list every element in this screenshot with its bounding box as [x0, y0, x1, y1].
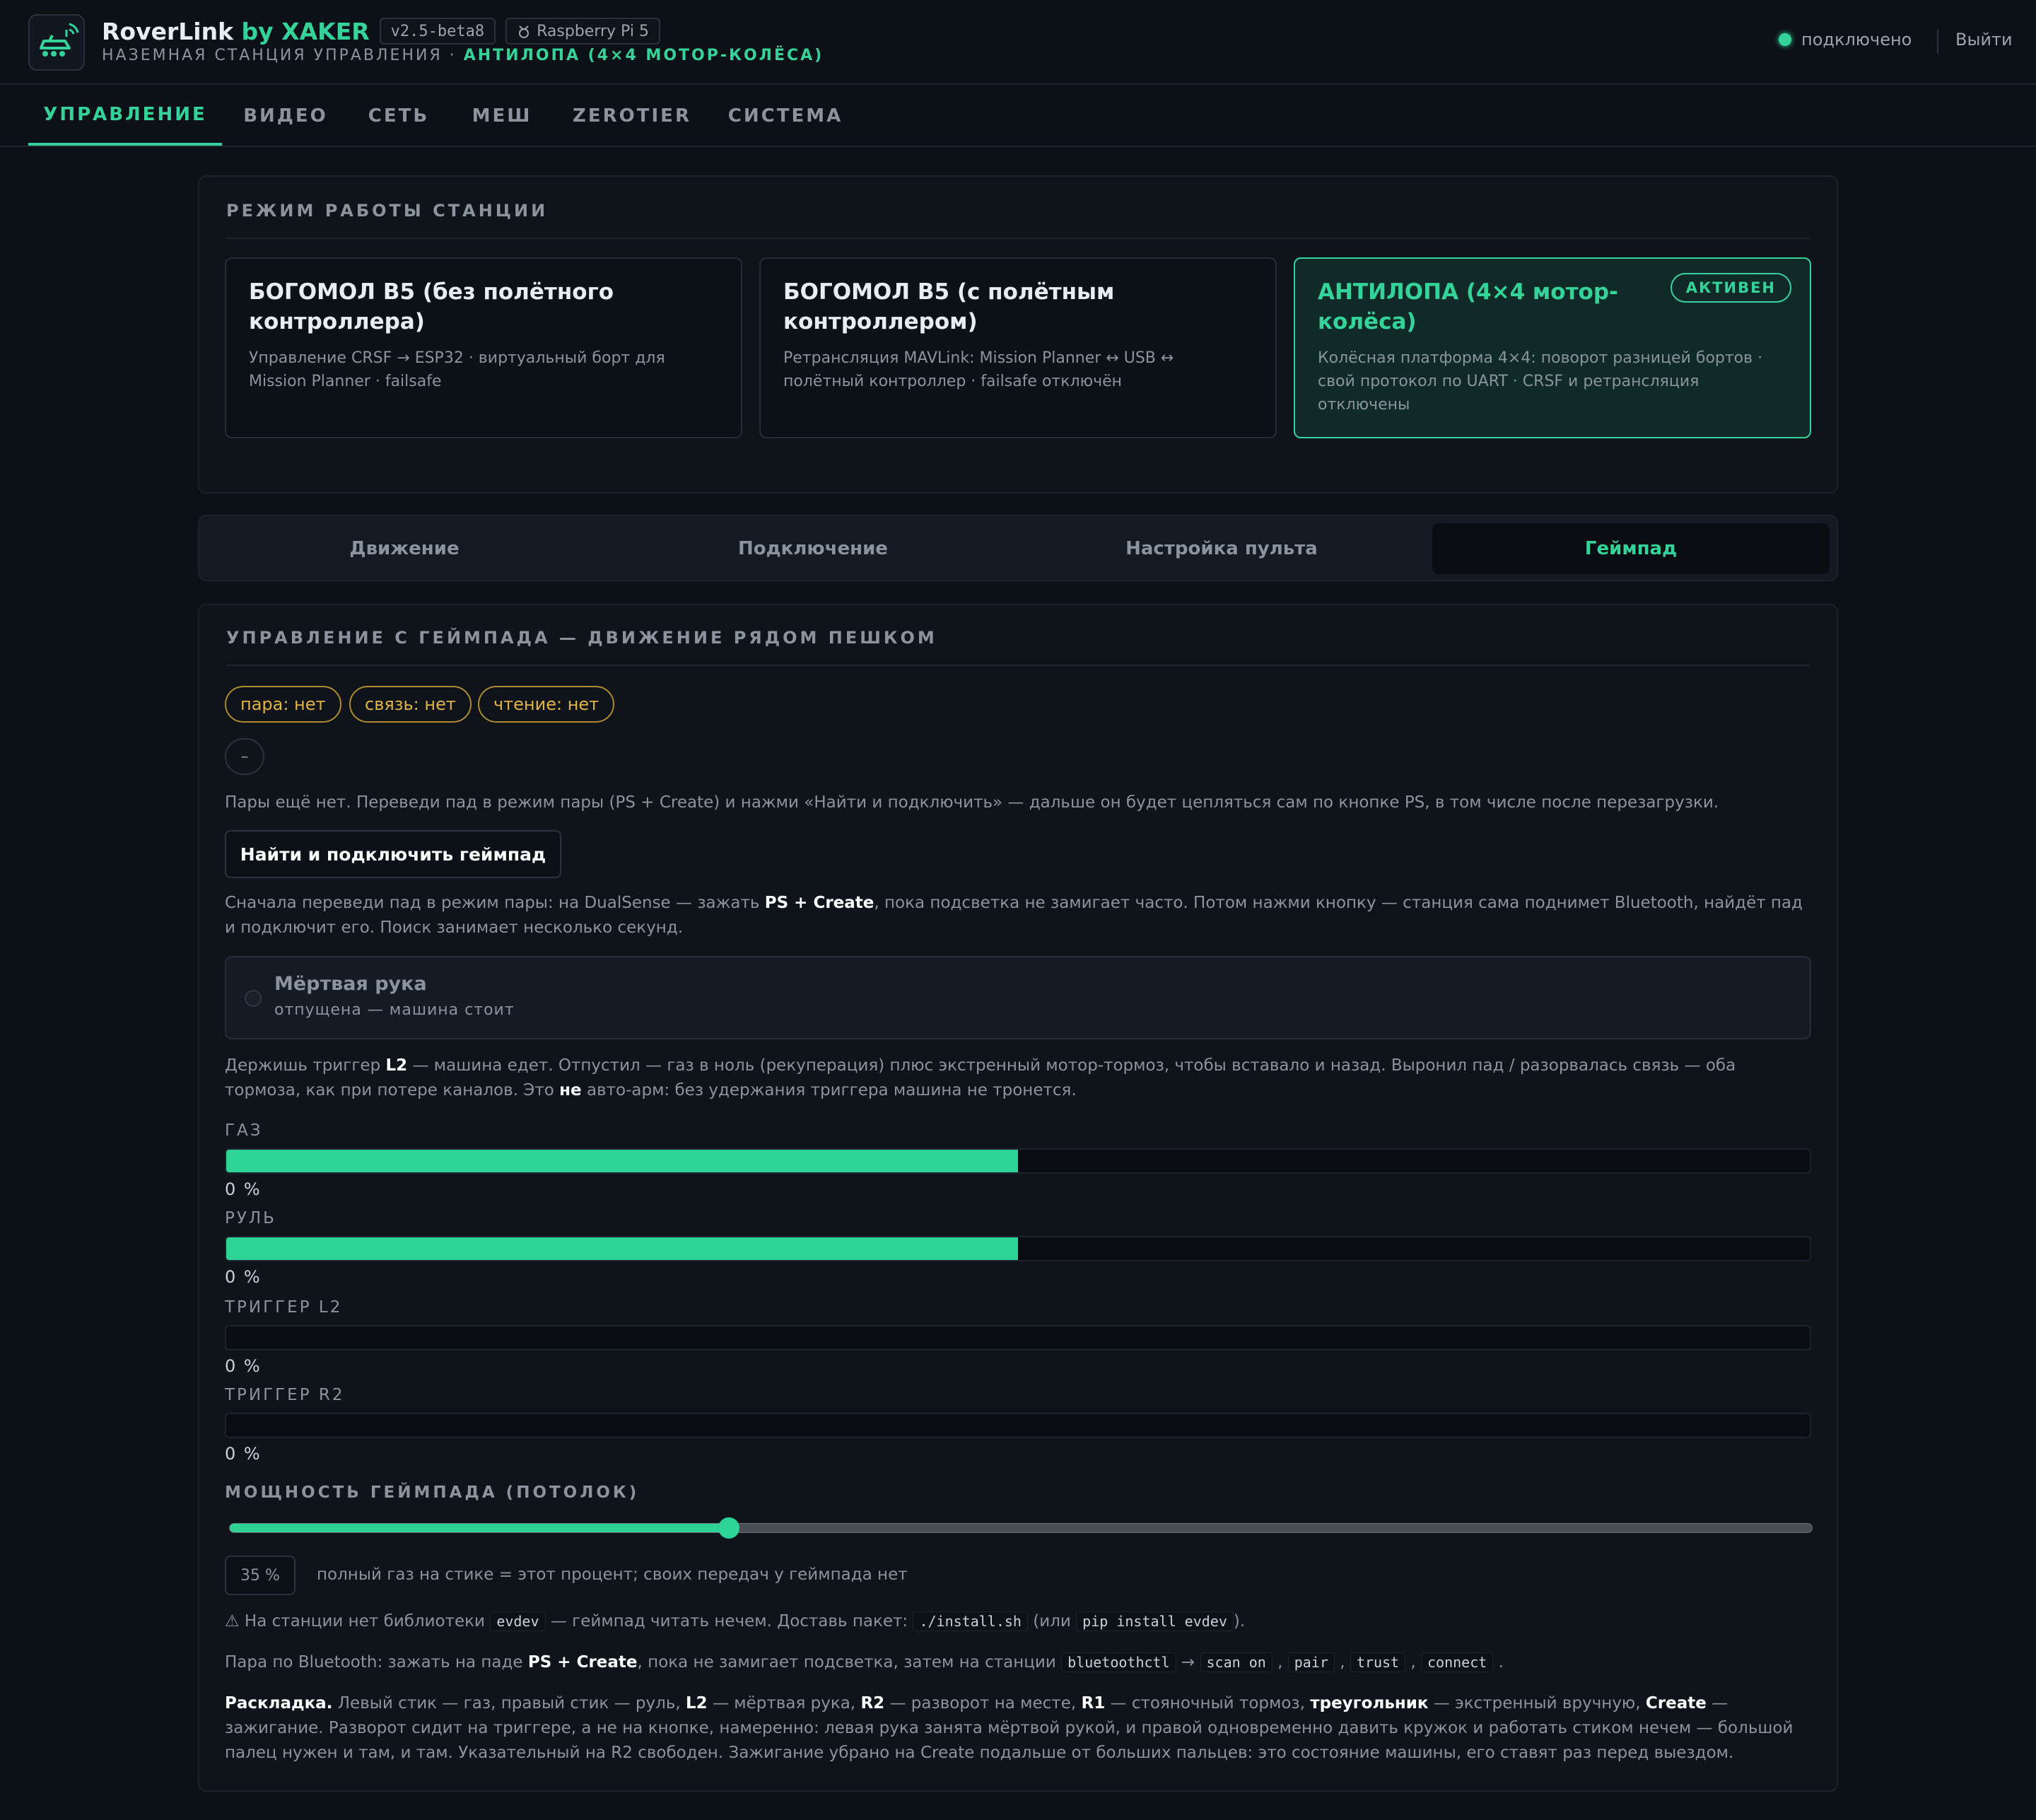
deadman-indicator: Мёртвая рука отпущена — машина стоит	[225, 956, 1811, 1039]
pair-status-chip: пара: нет	[225, 686, 341, 723]
mode-description: Ретрансляция MAVLink: Mission Planner ↔ …	[783, 349, 1174, 390]
divider	[226, 238, 1810, 239]
tab-control[interactable]: УПРАВЛЕНИЕ	[28, 86, 222, 146]
throttle-value: 0 %	[225, 1179, 262, 1199]
mode-description: Управление CRSF → ESP32 · виртуальный бо…	[249, 349, 665, 390]
evdev-warning: ⚠ На станции нет библиотеки evdev — гейм…	[225, 1611, 1246, 1631]
mode-card-antilopa[interactable]: АНТИЛОПА (4×4 мотор-колёса) Колёсная пла…	[1294, 257, 1811, 438]
button-layout-text: Раскладка. Левый стик — газ, правый стик…	[225, 1694, 1794, 1762]
control-subtabs: Движение Подключение Настройка пульта Ге…	[198, 515, 1838, 581]
gamepad-name-pill: –	[225, 738, 264, 775]
panel-title: УПРАВЛЕНИЕ С ГЕЙМПАДА — ДВИЖЕНИЕ РЯДОМ П…	[226, 628, 937, 648]
station-subtitle: НАЗЕМНАЯ СТАНЦИЯ УПРАВЛЕНИЯ · АНТИЛОПА (…	[102, 47, 824, 64]
power-cap-slider[interactable]	[229, 1523, 1813, 1533]
mode-card-bogomol-fc[interactable]: БОГОМОЛ B5 (с полётным контроллером) Рет…	[759, 257, 1277, 438]
find-connect-gamepad-button[interactable]: Найти и подключить геймпад	[225, 830, 561, 878]
deadman-title: Мёртвая рука	[274, 973, 427, 995]
connection-status: подключено	[1779, 30, 1912, 49]
tab-zerotier[interactable]: ZEROTIER	[561, 86, 703, 146]
platform-badge: Raspberry Pi 5	[505, 18, 660, 45]
tab-video[interactable]: ВИДЕО	[233, 86, 338, 146]
tab-network[interactable]: СЕТЬ	[352, 86, 445, 146]
mode-title: БОГОМОЛ B5 (без полётного контроллера)	[249, 279, 614, 334]
main-nav: УПРАВЛЕНИЕ ВИДЕО СЕТЬ МЕШ ZEROTIER СИСТЕ…	[0, 86, 2036, 147]
trigger-l2-label: ТРИГГЕР L2	[225, 1298, 343, 1317]
tab-mesh[interactable]: МЕШ	[460, 86, 544, 146]
pairing-hint: Сначала переведи пад в режим пары: на Du…	[225, 894, 1803, 937]
power-cap-label: МОЩНОСТЬ ГЕЙМПАДА (ПОТОЛОК)	[225, 1483, 640, 1502]
bluetooth-pair-hint: Пара по Bluetooth: зажать на паде PS + C…	[225, 1652, 1504, 1672]
throttle-gauge	[225, 1148, 1811, 1174]
mode-card-bogomol-no-fc[interactable]: БОГОМОЛ B5 (без полётного контроллера) У…	[225, 257, 742, 438]
app-header: RoverLink by XAKER v2.5-beta8 Raspberry …	[0, 0, 2036, 85]
mode-title: БОГОМОЛ B5 (с полётным контроллером)	[783, 279, 1115, 334]
trigger-r2-gauge	[225, 1413, 1811, 1438]
power-cap-value-field[interactable]: 35 %	[225, 1556, 296, 1595]
deadman-status-dot-icon	[245, 990, 262, 1007]
no-pair-text: Пары ещё нет. Переведи пад в режим пары …	[225, 793, 1719, 812]
subtab-connection[interactable]: Подключение	[615, 523, 1011, 574]
steering-gauge-fill	[226, 1237, 1018, 1260]
steering-gauge	[225, 1236, 1811, 1261]
logout-link[interactable]: Выйти	[1955, 30, 2013, 49]
mode-title: АНТИЛОПА (4×4 мотор-колёса)	[1318, 279, 1618, 334]
divider	[226, 665, 1810, 666]
deadman-status: отпущена — машина стоит	[274, 1001, 515, 1019]
mode-description: Колёсная платформа 4×4: поворот разницей…	[1318, 349, 1763, 414]
link-status-chip: связь: нет	[349, 686, 472, 723]
raspberry-icon	[519, 25, 530, 38]
subtab-movement[interactable]: Движение	[206, 523, 602, 574]
panel-title: РЕЖИМ РАБОТЫ СТАНЦИИ	[226, 201, 549, 221]
version-badge: v2.5-beta8	[379, 18, 496, 45]
throttle-label: ГАЗ	[225, 1121, 263, 1140]
tab-system[interactable]: СИСТЕМА	[720, 86, 851, 146]
app-name: RoverLink by XAKER	[102, 17, 370, 45]
status-dot-icon	[1779, 33, 1791, 46]
power-cap-slider-fill	[230, 1524, 730, 1532]
steering-label: РУЛЬ	[225, 1209, 276, 1227]
rover-logo-icon	[28, 14, 85, 71]
trigger-r2-value: 0 %	[225, 1444, 262, 1464]
subtab-remote-setup[interactable]: Настройка пульта	[1024, 523, 1420, 574]
deadman-explanation: Держишь триггер L2 — машина едет. Отпуст…	[225, 1056, 1736, 1099]
steering-value: 0 %	[225, 1267, 262, 1287]
trigger-r2-label: ТРИГГЕР R2	[225, 1386, 345, 1404]
header-divider	[1937, 30, 1938, 54]
active-badge: АКТИВЕН	[1670, 273, 1791, 303]
trigger-l2-gauge	[225, 1325, 1811, 1351]
subtab-gamepad[interactable]: Геймпад	[1432, 523, 1830, 574]
trigger-l2-value: 0 %	[225, 1356, 262, 1376]
read-status-chip: чтение: нет	[478, 686, 615, 723]
power-cap-note: полный газ на стике = этот процент; свои…	[317, 1565, 908, 1584]
throttle-gauge-fill	[226, 1150, 1018, 1172]
